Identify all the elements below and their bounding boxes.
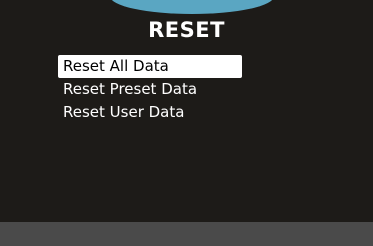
page-title: RESET [148, 18, 225, 42]
menu-item-reset-preset-data[interactable]: Reset Preset Data [58, 78, 242, 101]
reset-options-menu: Reset All Data Reset Preset Data Reset U… [58, 55, 242, 124]
device-screen: RESET Reset All Data Reset Preset Data R… [0, 0, 373, 246]
bottom-status-bar [0, 222, 373, 246]
menu-item-reset-user-data[interactable]: Reset User Data [58, 101, 242, 124]
header-accent-tab [110, 0, 274, 14]
menu-item-reset-all-data[interactable]: Reset All Data [58, 55, 242, 78]
reset-menu-panel: RESET Reset All Data Reset Preset Data R… [0, 0, 373, 222]
